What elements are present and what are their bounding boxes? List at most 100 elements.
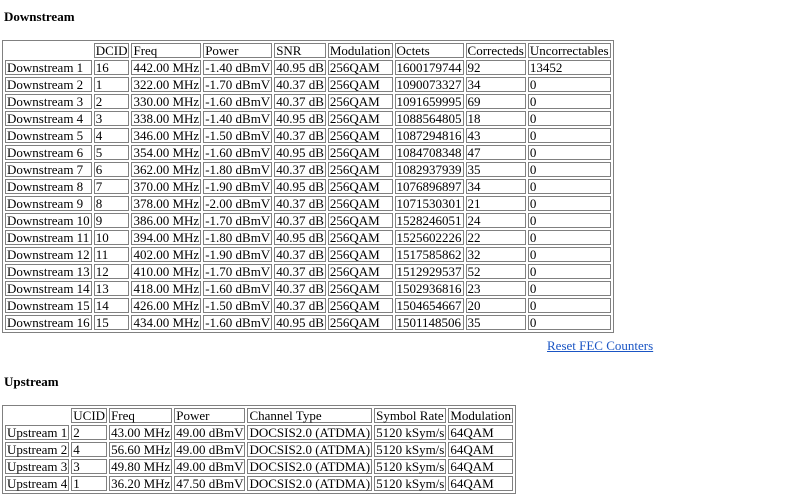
table-cell: 52	[465, 264, 526, 279]
table-row: Downstream 9 8 378.00 MHz -2.00 dBmV 40.37 d…	[5, 196, 611, 211]
table-cell: 5	[93, 145, 130, 160]
table-cell: 256QAM	[327, 230, 393, 245]
table-cell: 40.37 dB	[274, 213, 326, 228]
table-cell: 49.00 dBmV	[174, 459, 246, 474]
table-cell: 0	[527, 128, 611, 143]
table-cell: 69	[465, 94, 526, 109]
column-header: Modulation	[327, 43, 393, 58]
table-cell: 36.20 MHz	[109, 476, 173, 491]
table-cell: 354.00 MHz	[131, 145, 202, 160]
table-cell: -1.80 dBmV	[203, 162, 273, 177]
table-cell: 40.37 dB	[274, 128, 326, 143]
table-cell: 3	[71, 459, 108, 474]
table-cell: 13	[93, 281, 130, 296]
table-cell: 5120 kSym/s	[374, 425, 447, 440]
table-cell: 256QAM	[327, 111, 393, 126]
table-cell: 6	[93, 162, 130, 177]
table-cell: 1071530301	[394, 196, 464, 211]
table-cell: 1	[93, 77, 130, 92]
table-cell: 394.00 MHz	[131, 230, 202, 245]
table-cell: -1.70 dBmV	[203, 77, 273, 92]
table-cell: 32	[465, 247, 526, 262]
table-cell: Upstream 3	[5, 459, 70, 474]
table-cell: 1	[71, 476, 108, 491]
column-header: Freq	[131, 43, 202, 58]
column-header: DCID	[93, 43, 130, 58]
table-row: Downstream 15 14 426.00 MHz -1.50 dBmV 40.37…	[5, 298, 611, 313]
table-cell: 56.60 MHz	[109, 442, 173, 457]
table-cell: 92	[465, 60, 526, 75]
table-row: Downstream 4 3 338.00 MHz -1.40 dBmV 40.95 d…	[5, 111, 611, 126]
table-cell: 1504654667	[394, 298, 464, 313]
table-cell: 12	[93, 264, 130, 279]
table-row: Upstream 4 1 36.20 MHz 47.50 dBmV DOCSIS2.0 …	[5, 476, 514, 491]
table-cell: 1525602226	[394, 230, 464, 245]
reset-fec-counters-link[interactable]: Reset FEC Counters	[547, 338, 653, 354]
table-cell: 20	[465, 298, 526, 313]
table-cell: 40.37 dB	[274, 196, 326, 211]
table-row: Downstream 1 16 442.00 MHz -1.40 dBmV 40.95 …	[5, 60, 611, 75]
table-cell: 35	[465, 162, 526, 177]
table-row: Upstream 3 3 49.80 MHz 49.00 dBmV DOCSIS2.0 …	[5, 459, 514, 474]
table-cell: 378.00 MHz	[131, 196, 202, 211]
table-cell: Downstream 6	[5, 145, 92, 160]
table-cell: 21	[465, 196, 526, 211]
table-cell: 43	[465, 128, 526, 143]
table-cell: -1.60 dBmV	[203, 94, 273, 109]
table-cell: DOCSIS2.0 (ATDMA)	[247, 476, 373, 491]
table-cell: -1.50 dBmV	[203, 128, 273, 143]
table-cell: 0	[527, 196, 611, 211]
table-cell: 35	[465, 315, 526, 330]
column-header: Correcteds	[465, 43, 526, 58]
table-cell: Downstream 4	[5, 111, 92, 126]
table-cell: 256QAM	[327, 145, 393, 160]
table-row: Downstream 5 4 346.00 MHz -1.50 dBmV 40.37 d…	[5, 128, 611, 143]
table-cell: -1.90 dBmV	[203, 179, 273, 194]
table-cell: 16	[93, 60, 130, 75]
table-cell: 0	[527, 77, 611, 92]
table-cell: 22	[465, 230, 526, 245]
table-cell: 1502936816	[394, 281, 464, 296]
table-cell: DOCSIS2.0 (ATDMA)	[247, 442, 373, 457]
table-cell: Downstream 9	[5, 196, 92, 211]
table-cell: 4	[93, 128, 130, 143]
column-header: Channel Type	[247, 408, 373, 423]
table-cell: 256QAM	[327, 162, 393, 177]
table-cell: 15	[93, 315, 130, 330]
table-cell: 13452	[527, 60, 611, 75]
table-cell: 426.00 MHz	[131, 298, 202, 313]
column-header: Freq	[109, 408, 173, 423]
table-cell: Downstream 14	[5, 281, 92, 296]
table-cell: Downstream 13	[5, 264, 92, 279]
table-row: Downstream 8 7 370.00 MHz -1.90 dBmV 40.95 d…	[5, 179, 611, 194]
table-cell: 1087294816	[394, 128, 464, 143]
table-row: Upstream 1 2 43.00 MHz 49.00 dBmV DOCSIS2.0 …	[5, 425, 514, 440]
table-cell: 43.00 MHz	[109, 425, 173, 440]
table-cell: 322.00 MHz	[131, 77, 202, 92]
table-cell: -1.40 dBmV	[203, 111, 273, 126]
table-cell: 40.37 dB	[274, 162, 326, 177]
table-cell: -1.90 dBmV	[203, 247, 273, 262]
table-cell: 40.95 dB	[274, 230, 326, 245]
table-cell: Downstream 7	[5, 162, 92, 177]
table-cell: 40.37 dB	[274, 247, 326, 262]
upstream-heading: Upstream	[4, 374, 59, 389]
table-cell: 1090073327	[394, 77, 464, 92]
table-cell: 9	[93, 213, 130, 228]
table-cell: 402.00 MHz	[131, 247, 202, 262]
table-cell: 4	[71, 442, 108, 457]
table-cell: -1.70 dBmV	[203, 264, 273, 279]
table-cell: 40.95 dB	[274, 111, 326, 126]
table-cell: 2	[93, 94, 130, 109]
table-cell: 330.00 MHz	[131, 94, 202, 109]
column-header	[5, 43, 92, 58]
table-cell: -2.00 dBmV	[203, 196, 273, 211]
table-cell: 2	[71, 425, 108, 440]
table-cell: Downstream 2	[5, 77, 92, 92]
downstream-heading: Downstream	[4, 9, 75, 24]
table-cell: 362.00 MHz	[131, 162, 202, 177]
table-cell: 3	[93, 111, 130, 126]
table-cell: 34	[465, 77, 526, 92]
table-cell: 386.00 MHz	[131, 213, 202, 228]
downstream-table: DCID Freq Power SNR Modulation Octets Correcte…	[2, 40, 614, 333]
